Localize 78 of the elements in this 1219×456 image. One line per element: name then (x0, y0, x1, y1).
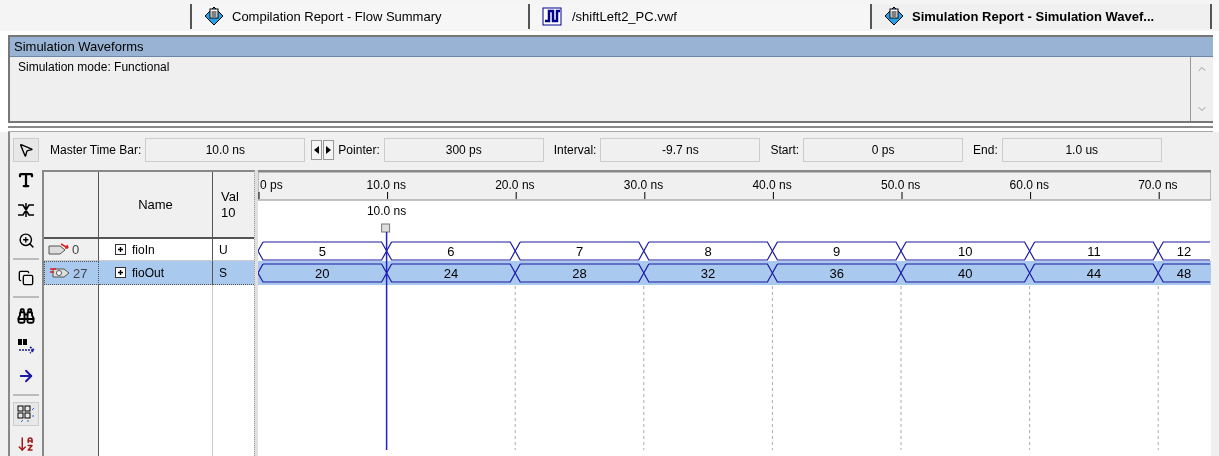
left-triangle-icon (314, 146, 320, 154)
time-tick-label: 60.0 ns (1009, 178, 1049, 192)
signal-index-cell[interactable]: 0 (44, 239, 99, 261)
bus-value: 7 (575, 244, 584, 259)
bus-value: 11 (1087, 244, 1101, 259)
bus-value: 12 (1176, 244, 1192, 259)
right-arrow-icon (17, 367, 35, 385)
signal-name-cell[interactable]: fioIn (99, 239, 213, 261)
expand-icon[interactable] (115, 267, 126, 278)
expand-icon[interactable] (115, 244, 126, 255)
snap-to-grid-button[interactable] (13, 402, 39, 426)
time-value-field: -9.7 ns (600, 138, 761, 162)
binoculars-icon (17, 307, 35, 325)
bus-value: 36 (829, 266, 844, 281)
waveform-file-icon (542, 6, 564, 27)
time-tick-label: 40.0 ns (752, 178, 792, 192)
time-value-field: 1.0 us (1001, 138, 1162, 162)
document-tab[interactable]: Simulation Report - Simulation Wavef... (870, 4, 1212, 29)
signal-name: fioOut (132, 265, 164, 280)
bus-value: 28 (572, 266, 587, 281)
time-tick-label: 30.0 ns (623, 178, 664, 192)
time-value-field[interactable]: 10.0 ns (145, 138, 306, 162)
time-value-field: 0 ps (803, 138, 964, 162)
time-value-field: 300 ps (383, 138, 544, 162)
bus-value: 20 (315, 266, 330, 281)
time-tick-label: 10.0 ns (366, 178, 406, 192)
text-icon (17, 171, 35, 189)
previous-button[interactable] (311, 140, 323, 160)
bus-value: 48 (1176, 266, 1192, 281)
time-tick-label: 70.0 ns (1138, 178, 1178, 192)
time-tick-label: 50.0 ns (881, 178, 921, 192)
report-icon (204, 6, 224, 27)
bus-value: 5 (318, 244, 326, 259)
time-field-label: Pointer: (338, 143, 380, 157)
value-column-header[interactable]: Val 10 (213, 172, 256, 239)
bus-value: 24 (443, 266, 459, 281)
time-field-label: Master Time Bar: (50, 143, 142, 157)
bus-value: 10 (958, 244, 973, 259)
time-tick-label: 20.0 ns (495, 178, 535, 192)
sort-az-icon (17, 435, 35, 453)
bus-value: 32 (700, 266, 716, 281)
tab-label: /shiftLeft2_PC.vwf (572, 8, 677, 24)
output-pin-icon (49, 266, 71, 280)
time-tick-label: 0 ps (260, 178, 283, 192)
selection-tool-button[interactable] (13, 138, 39, 162)
signal-name: fioIn (132, 242, 155, 257)
signal-index-cell[interactable]: 27 (44, 261, 99, 285)
snap-grid-icon (17, 405, 35, 423)
zoom-icon (17, 231, 35, 249)
report-icon (884, 6, 904, 27)
simulation-mode-text: Simulation mode: Functional (18, 59, 170, 74)
bus-value: 40 (958, 266, 973, 281)
cursor-handle[interactable] (381, 223, 391, 233)
signal-index: 27 (73, 265, 88, 281)
panel-title: Simulation Waveforms (10, 36, 1213, 57)
time-field-label: Interval: (553, 143, 597, 157)
bus-value: 9 (833, 244, 841, 259)
bus-value: 6 (447, 244, 455, 259)
next-button[interactable] (323, 140, 335, 160)
find-next-icon (16, 338, 36, 354)
input-pin-icon (48, 242, 70, 257)
time-field-label: Start: (770, 143, 800, 157)
name-column-header[interactable]: Name (99, 172, 213, 239)
time-cursor-line[interactable] (385, 231, 388, 450)
pointer-icon (18, 142, 34, 158)
signal-name-cell[interactable]: fioOut (99, 261, 213, 285)
right-triangle-icon (326, 146, 332, 154)
tab-label: Compilation Report - Flow Summary (232, 8, 442, 24)
waveform-edit-icon (17, 202, 35, 218)
copy-icon (18, 270, 34, 286)
bus-value: 44 (1086, 266, 1102, 281)
signal-value-cell: S (213, 261, 256, 285)
bus-value: 8 (704, 244, 712, 259)
time-field-label: End: (973, 143, 998, 157)
column-header (44, 172, 99, 239)
cursor-time-label: 10.0 ns (366, 204, 407, 218)
signal-index: 0 (72, 242, 80, 257)
tab-label: Simulation Report - Simulation Wavef... (912, 8, 1155, 24)
